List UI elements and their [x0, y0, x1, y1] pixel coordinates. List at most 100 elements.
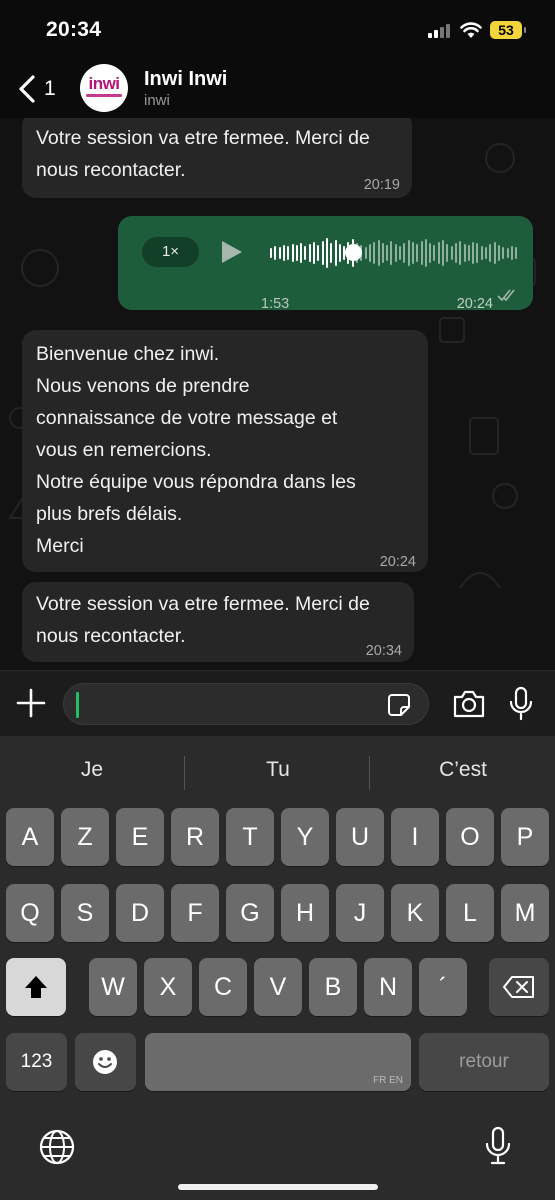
- message-text: Votre session va etre fermee. Merci de n…: [36, 593, 370, 647]
- message-text: Votre session va etre fermee. Merci de n…: [36, 127, 370, 181]
- waveform-bar: [493, 242, 496, 264]
- waveform-bar: [282, 245, 285, 261]
- key-p[interactable]: P: [501, 808, 549, 866]
- logo-tagline-mark: [86, 94, 122, 97]
- waveform-bar: [407, 240, 410, 266]
- key-acute-accent[interactable]: ´: [419, 958, 467, 1016]
- sticker-icon[interactable]: [387, 693, 411, 717]
- message-time: 20:24: [456, 296, 493, 312]
- suggestion-divider: [369, 756, 370, 790]
- key-u[interactable]: U: [336, 808, 384, 866]
- waveform-bar: [334, 240, 337, 266]
- waveform-bar: [485, 247, 487, 259]
- key-d[interactable]: D: [116, 884, 164, 942]
- waveform-bar: [373, 242, 376, 264]
- key-e[interactable]: E: [116, 808, 164, 866]
- waveform-bar: [454, 243, 457, 263]
- cellular-signal-icon: [428, 24, 450, 38]
- key-a[interactable]: A: [6, 808, 54, 866]
- waveform-bar: [321, 241, 324, 265]
- waveform-bar: [416, 244, 419, 262]
- waveform-bar: [304, 246, 307, 260]
- message-line: Nous venons de prendre: [36, 375, 250, 397]
- key-o[interactable]: O: [446, 808, 494, 866]
- suggestion[interactable]: Tu: [186, 758, 370, 782]
- emoji-key[interactable]: [75, 1033, 136, 1091]
- unread-count[interactable]: 1: [44, 77, 56, 101]
- backspace-icon: [503, 976, 534, 998]
- waveform-bar: [381, 243, 384, 263]
- globe-icon[interactable]: [38, 1128, 76, 1166]
- outgoing-voice-message[interactable]: 1× 1:53 20:24: [118, 216, 533, 312]
- play-icon[interactable]: [222, 241, 242, 263]
- message-input[interactable]: [63, 683, 429, 725]
- waveform-bar: [368, 244, 371, 262]
- waveform-bar: [480, 246, 483, 260]
- key-b[interactable]: B: [309, 958, 357, 1016]
- message-line: vous en remercions.: [36, 439, 212, 461]
- waveform-bar: [472, 242, 475, 264]
- waveform-bar: [377, 240, 380, 266]
- key-i[interactable]: I: [391, 808, 439, 866]
- key-v[interactable]: V: [254, 958, 302, 1016]
- waveform-bar: [325, 238, 328, 268]
- message-line: Notre équipe vous répondra dans les: [36, 471, 356, 493]
- shift-key[interactable]: [6, 958, 66, 1016]
- waveform-bar: [420, 241, 423, 265]
- back-chevron-icon[interactable]: [14, 72, 42, 106]
- waveform-bar: [403, 243, 406, 263]
- waveform-bar: [411, 242, 414, 264]
- key-h[interactable]: H: [281, 884, 329, 942]
- waveform-bar: [433, 245, 436, 261]
- key-k[interactable]: K: [391, 884, 439, 942]
- key-n[interactable]: N: [364, 958, 412, 1016]
- numbers-key[interactable]: 123: [6, 1033, 67, 1091]
- dictation-mic-icon[interactable]: [484, 1126, 512, 1166]
- key-w[interactable]: W: [89, 958, 137, 1016]
- key-g[interactable]: G: [226, 884, 274, 942]
- plus-icon[interactable]: [14, 686, 48, 720]
- waveform-bar: [476, 243, 479, 263]
- key-s[interactable]: S: [61, 884, 109, 942]
- key-q[interactable]: Q: [6, 884, 54, 942]
- space-key[interactable]: FR EN: [145, 1033, 411, 1091]
- suggestion[interactable]: C’est: [371, 758, 555, 782]
- contact-name[interactable]: Inwi Inwi: [144, 68, 227, 91]
- playback-scrubber[interactable]: [345, 244, 362, 261]
- waveform-bar: [515, 247, 518, 259]
- waveform-bar: [463, 244, 466, 262]
- key-t[interactable]: T: [226, 808, 274, 866]
- camera-icon[interactable]: [452, 689, 486, 719]
- playback-speed-button[interactable]: 1×: [142, 237, 199, 267]
- waveform-bar: [278, 247, 281, 259]
- suggestion-bar: Je Tu C’est: [0, 736, 555, 806]
- delete-key[interactable]: [489, 958, 549, 1016]
- status-bar: 20:34 53: [0, 0, 555, 60]
- key-z[interactable]: Z: [61, 808, 109, 866]
- waveform-bar: [394, 244, 397, 262]
- incoming-message[interactable]: Bienvenue chez inwi. Nous venons de pren…: [22, 330, 428, 572]
- waveform-bar: [502, 247, 505, 259]
- key-m[interactable]: M: [501, 884, 549, 942]
- chat-area[interactable]: Votre session va etre fermee. Merci de n…: [0, 118, 555, 670]
- key-r[interactable]: R: [171, 808, 219, 866]
- key-c[interactable]: C: [199, 958, 247, 1016]
- microphone-icon[interactable]: [508, 686, 534, 722]
- key-f[interactable]: F: [171, 884, 219, 942]
- status-time: 20:34: [46, 18, 102, 41]
- suggestion[interactable]: Je: [0, 758, 184, 782]
- waveform-bar: [386, 245, 389, 261]
- return-key[interactable]: retour: [419, 1033, 549, 1091]
- waveform-bar: [308, 244, 311, 262]
- key-l[interactable]: L: [446, 884, 494, 942]
- voice-waveform[interactable]: [270, 236, 520, 270]
- message-line: Merci: [36, 535, 84, 557]
- incoming-message[interactable]: Votre session va etre fermee. Merci de n…: [22, 582, 414, 662]
- waveform-bar: [399, 246, 401, 260]
- incoming-message[interactable]: Votre session va etre fermee. Merci de n…: [22, 118, 412, 198]
- key-y[interactable]: Y: [281, 808, 329, 866]
- key-j[interactable]: J: [336, 884, 384, 942]
- avatar[interactable]: inwi: [80, 64, 128, 112]
- waveform-bar: [506, 248, 509, 258]
- key-x[interactable]: X: [144, 958, 192, 1016]
